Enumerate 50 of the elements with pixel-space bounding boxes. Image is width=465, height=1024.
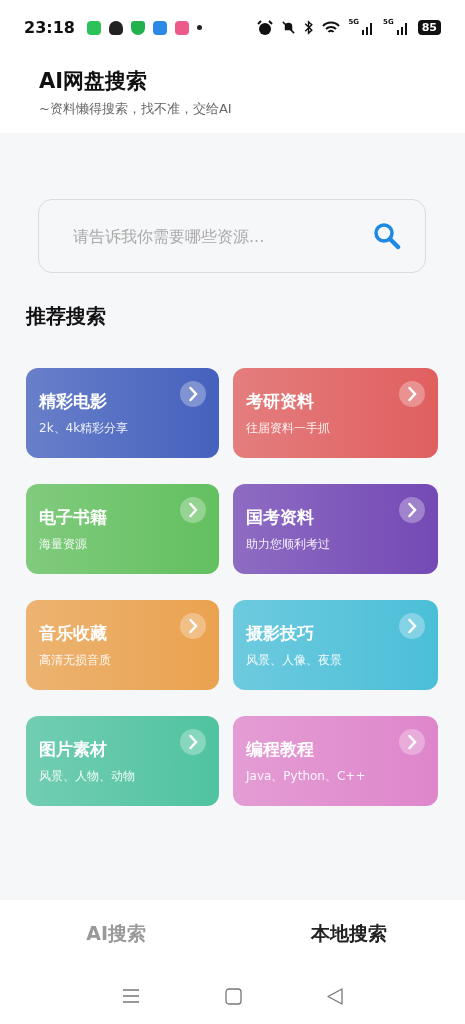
card-subtitle: 风景、人像、夜景 — [246, 652, 343, 669]
card-subtitle: 风景、人物、动物 — [39, 768, 136, 785]
card-subtitle: Java、Python、C++ — [246, 768, 367, 785]
category-card[interactable]: 编程教程 Java、Python、C++ — [233, 716, 438, 806]
bottom-tab[interactable]: AI搜索 — [0, 920, 233, 948]
category-card[interactable]: 国考资料 助力您顺利考过 — [233, 484, 438, 574]
category-card[interactable]: 精彩电影 2k、4k精彩分享 — [26, 368, 219, 458]
card-title: 电子书籍 — [39, 506, 107, 529]
card-subtitle: 高清无损音质 — [39, 652, 112, 669]
chevron-right-icon — [180, 729, 206, 755]
app-subtitle: ~资料懒得搜索，找不准，交给AI — [39, 100, 233, 118]
chevron-right-icon — [180, 613, 206, 639]
category-card[interactable]: 电子书籍 海量资源 — [26, 484, 219, 574]
bluetooth-icon — [304, 20, 315, 35]
card-title: 图片素材 — [39, 738, 107, 761]
card-title: 音乐收藏 — [39, 622, 107, 645]
chevron-right-icon — [399, 381, 425, 407]
app-title: AI网盘搜索 — [39, 68, 149, 95]
chevron-right-icon — [399, 729, 425, 755]
chevron-right-icon — [180, 381, 206, 407]
card-subtitle: 往届资料一手抓 — [246, 420, 331, 437]
chevron-right-icon — [180, 497, 206, 523]
chevron-right-icon — [399, 497, 425, 523]
back-icon[interactable] — [326, 987, 343, 1005]
home-icon[interactable] — [225, 987, 242, 1005]
category-card[interactable]: 摄影技巧 风景、人像、夜景 — [233, 600, 438, 690]
menu-icon[interactable] — [122, 988, 141, 1004]
alarm-icon — [257, 19, 274, 36]
signal-icon — [395, 20, 410, 35]
card-title: 考研资料 — [246, 390, 314, 413]
battery-level: 85 — [417, 20, 441, 35]
card-title: 编程教程 — [246, 738, 314, 761]
notification-dot-icon — [196, 25, 202, 30]
app-icon — [174, 20, 189, 35]
category-card[interactable]: 考研资料 往届资料一手抓 — [233, 368, 438, 458]
wifi-icon — [322, 20, 341, 35]
category-card[interactable]: 图片素材 风景、人物、动物 — [26, 716, 219, 806]
card-subtitle: 助力您顺利考过 — [246, 536, 331, 553]
bottom-tab[interactable]: 本地搜索 — [232, 920, 465, 948]
search-icon[interactable] — [373, 222, 401, 250]
search-field[interactable]: 请告诉我你需要哪些资源... — [71, 225, 373, 247]
card-subtitle: 海量资源 — [39, 536, 88, 553]
section-title: 推荐搜索 — [26, 303, 107, 330]
card-title: 国考资料 — [246, 506, 314, 529]
card-title: 摄影技巧 — [246, 622, 314, 645]
card-title: 精彩电影 — [39, 390, 107, 413]
chevron-right-icon — [399, 613, 425, 639]
category-card[interactable]: 音乐收藏 高清无损音质 — [26, 600, 219, 690]
status-time: 23:18 — [24, 18, 75, 37]
card-subtitle: 2k、4k精彩分享 — [39, 420, 130, 437]
